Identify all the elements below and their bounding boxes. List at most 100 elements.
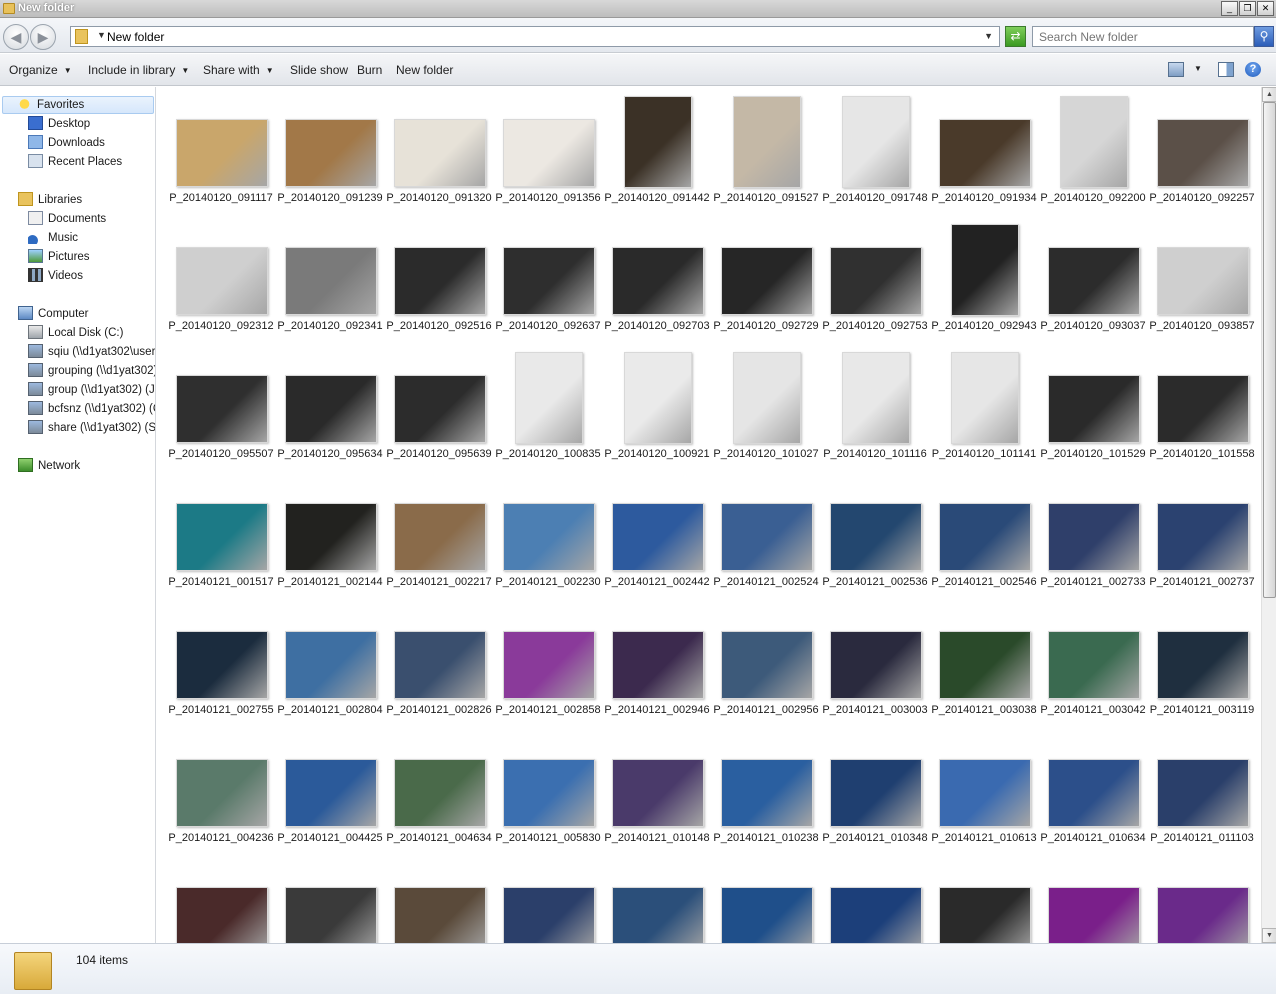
sidebar-item-local-disk[interactable]: Local Disk (C:) (28, 325, 123, 343)
file-item[interactable]: P_20140121_004236 (157, 736, 274, 856)
forward-button[interactable]: ▶ (30, 24, 56, 50)
file-name[interactable]: P_20140121_010613 (928, 832, 1040, 845)
file-item[interactable]: P_20140121_001517 (157, 480, 274, 600)
file-thumbnail[interactable] (394, 759, 486, 827)
file-thumbnail[interactable] (503, 631, 595, 699)
file-name[interactable]: P_20140120_092257 (1146, 192, 1258, 205)
file-thumbnail[interactable] (394, 631, 486, 699)
file-thumbnail[interactable] (394, 247, 486, 315)
file-item[interactable]: P_20140121_010613 (920, 736, 1037, 856)
file-name[interactable]: P_20140120_095634 (274, 448, 386, 461)
sidebar-item-documents[interactable]: Documents (28, 211, 106, 229)
file-item[interactable]: P_20140121_002737 (1138, 480, 1255, 600)
file-thumbnail[interactable] (176, 759, 268, 827)
file-name[interactable]: P_20140120_091356 (492, 192, 604, 205)
file-name[interactable]: P_20140121_011103 (1146, 832, 1258, 845)
file-thumbnail[interactable] (830, 631, 922, 699)
sidebar-item-videos[interactable]: Videos (28, 268, 83, 286)
file-name[interactable]: P_20140120_101116 (819, 448, 931, 461)
file-item[interactable]: P_20140120_101558 (1138, 352, 1255, 472)
file-thumbnail[interactable] (721, 887, 813, 943)
file-item[interactable]: P_20140120_095639 (375, 352, 492, 472)
file-name[interactable]: P_20140121_010238 (710, 832, 822, 845)
file-name[interactable]: P_20140121_010148 (601, 832, 713, 845)
file-item[interactable]: P_20140121_010634 (1029, 736, 1146, 856)
file-name[interactable]: P_20140120_101529 (1037, 448, 1149, 461)
organize-menu[interactable]: Organize ▼ (9, 63, 72, 77)
file-item[interactable]: P_20140120_092753 (811, 224, 928, 344)
file-name[interactable]: P_20140121_004236 (165, 832, 277, 845)
address-history-dropdown-icon[interactable]: ▼ (984, 31, 993, 41)
file-item[interactable]: P_20140121_002144 (266, 480, 383, 600)
file-item[interactable]: P_20140121_002858 (484, 608, 601, 728)
file-thumbnail[interactable] (733, 96, 801, 188)
file-thumbnail[interactable] (394, 119, 486, 187)
file-name[interactable]: P_20140121_002733 (1037, 576, 1149, 589)
file-item[interactable]: P_20140121_0119 (811, 864, 922, 943)
help-icon[interactable]: ? (1245, 62, 1261, 77)
file-thumbnail[interactable] (394, 887, 486, 943)
file-name[interactable]: P_20140120_093857 (1146, 320, 1258, 333)
sidebar-item-favorites[interactable]: Favorites (2, 96, 154, 114)
file-thumbnail[interactable] (503, 503, 595, 571)
sidebar-item-share-share[interactable]: share (\\d1yat302) (S (28, 420, 155, 438)
sidebar-item-share-grouping[interactable]: grouping (\\d1yat302) (28, 363, 155, 381)
file-item[interactable]: P_20140121_0120 (920, 864, 1031, 943)
file-name[interactable]: P_20140120_091527 (710, 192, 822, 205)
burn-button[interactable]: Burn (357, 63, 382, 77)
file-name[interactable]: P_20140121_001517 (165, 576, 277, 589)
file-thumbnail[interactable] (176, 503, 268, 571)
file-item[interactable]: P_20140121_002217 (375, 480, 492, 600)
file-name[interactable]: P_20140120_092312 (165, 320, 277, 333)
file-item[interactable]: P_20140121_002442 (593, 480, 710, 600)
slide-show-button[interactable]: Slide show (290, 63, 348, 77)
file-item[interactable]: P_20140121_002826 (375, 608, 492, 728)
file-thumbnail[interactable] (1157, 375, 1249, 443)
file-thumbnail[interactable] (1048, 247, 1140, 315)
file-name[interactable]: P_20140120_100835 (492, 448, 604, 461)
sidebar-item-share-bcfsnz[interactable]: bcfsnz (\\d1yat302) (C (28, 401, 155, 419)
file-thumbnail[interactable] (612, 759, 704, 827)
file-item[interactable]: P_20140120_093857 (1138, 224, 1255, 344)
file-thumbnail[interactable] (285, 759, 377, 827)
file-thumbnail[interactable] (285, 887, 377, 943)
file-thumbnail[interactable] (612, 247, 704, 315)
scroll-down-icon[interactable]: ▼ (1262, 928, 1276, 943)
maximize-button[interactable]: ❐ (1239, 1, 1256, 16)
file-item[interactable]: P_20140121_003042 (1029, 608, 1146, 728)
scroll-up-icon[interactable]: ▲ (1262, 87, 1276, 102)
sidebar-item-libraries[interactable]: Libraries (18, 192, 82, 210)
file-item[interactable]: P_20140121_002230 (484, 480, 601, 600)
file-item[interactable]: P_20140120_092341 (266, 224, 383, 344)
file-name[interactable]: P_20140121_002755 (165, 704, 277, 717)
file-thumbnail[interactable] (176, 119, 268, 187)
file-item[interactable]: P_20140121_011103 (1138, 736, 1254, 856)
file-item[interactable]: P_20140121_002733 (1029, 480, 1146, 600)
file-name[interactable]: P_20140120_091748 (819, 192, 931, 205)
sidebar-item-pictures[interactable]: Pictures (28, 249, 90, 267)
file-thumbnail[interactable] (624, 352, 692, 444)
file-name[interactable]: P_20140121_002536 (819, 576, 931, 589)
file-thumbnail[interactable] (176, 247, 268, 315)
file-item[interactable]: P_20140120_091527 (702, 96, 819, 216)
file-name[interactable]: P_20140121_002144 (274, 576, 386, 589)
file-name[interactable]: P_20140120_100921 (601, 448, 713, 461)
file-name[interactable]: P_20140120_095507 (165, 448, 277, 461)
file-item[interactable]: P_20140121_002956 (702, 608, 819, 728)
file-name[interactable]: P_20140121_002956 (710, 704, 822, 717)
file-thumbnail[interactable] (394, 375, 486, 443)
share-with-menu[interactable]: Share with ▼ (203, 63, 274, 77)
file-item[interactable]: P_20140120_100921 (593, 352, 710, 472)
file-name[interactable]: P_20140120_092637 (492, 320, 604, 333)
file-item[interactable]: P_20140121_0115 (266, 864, 377, 943)
file-name[interactable]: P_20140120_091934 (928, 192, 1040, 205)
file-item[interactable]: P_20140121_002536 (811, 480, 928, 600)
file-name[interactable]: P_20140120_091442 (601, 192, 713, 205)
file-name[interactable]: P_20140120_091117 (165, 192, 277, 205)
file-thumbnail[interactable] (1157, 759, 1249, 827)
file-item[interactable]: P_20140121_002546 (920, 480, 1037, 600)
file-thumbnail[interactable] (830, 247, 922, 315)
file-item[interactable]: P_20140121_004634 (375, 736, 492, 856)
file-name[interactable]: P_20140121_010348 (819, 832, 931, 845)
file-item[interactable]: P_20140121_003119 (1138, 608, 1254, 728)
